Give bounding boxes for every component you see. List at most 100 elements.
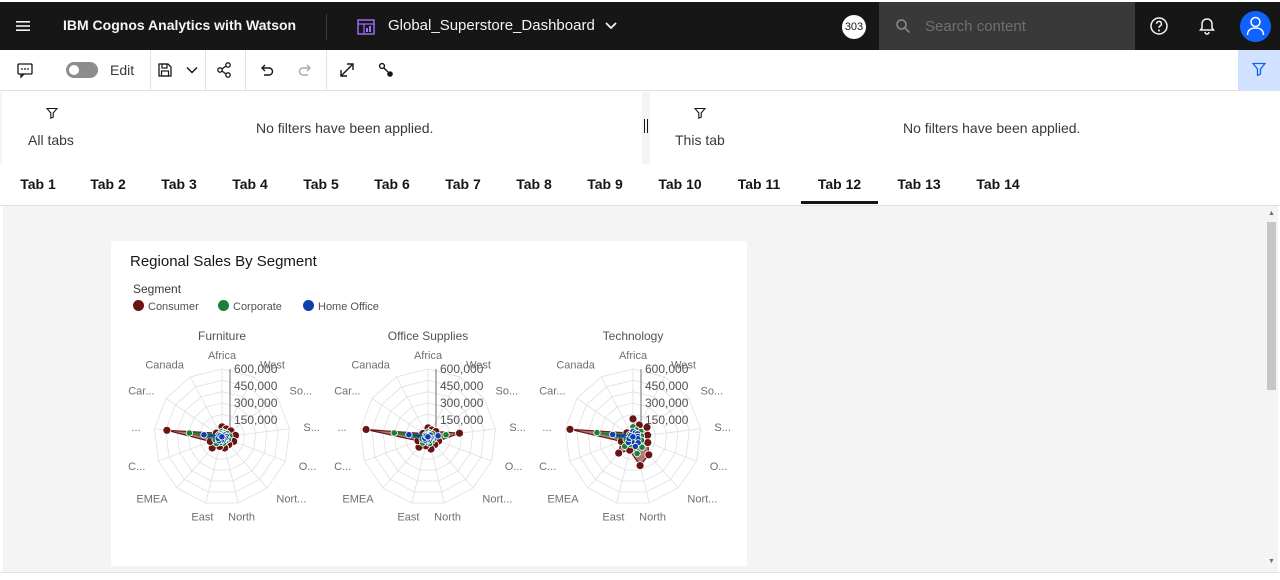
notifications-bell-icon[interactable]	[1197, 16, 1217, 36]
share-icon[interactable]	[215, 61, 233, 79]
connect-widgets-icon[interactable]	[377, 61, 395, 79]
search-box[interactable]	[879, 2, 1135, 50]
data-point	[434, 432, 442, 440]
data-point	[593, 429, 601, 437]
legend-label: Corporate	[233, 301, 282, 313]
data-point	[635, 461, 645, 471]
axis-label: Car...	[539, 385, 565, 397]
axis-label: East	[397, 512, 419, 524]
tab-1[interactable]: Tab 1	[12, 164, 64, 204]
all-tabs-filter-pane[interactable]: All tabs No filters have been applied.	[2, 92, 642, 164]
axis-label: C...	[128, 461, 145, 473]
this-tab-filter-pane[interactable]: This tab No filters have been applied.	[650, 92, 1280, 164]
axis-label: Africa	[208, 350, 237, 362]
user-avatar[interactable]	[1240, 11, 1271, 42]
this-tab-filter-message: No filters have been applied.	[903, 120, 1081, 136]
data-point	[628, 414, 638, 424]
legend-item-corporate[interactable]: Corporate	[218, 300, 282, 313]
data-point	[609, 430, 617, 439]
panel-title: Office Supplies	[388, 329, 469, 343]
radial-tick-label: 450,000	[234, 379, 278, 393]
legend-swatch	[218, 300, 229, 311]
axis-label: C...	[334, 461, 351, 473]
filter-icon	[694, 107, 706, 119]
legend-label: Home Office	[318, 301, 379, 313]
data-point	[390, 429, 398, 437]
axis-label: Africa	[414, 350, 443, 362]
tab-11[interactable]: Tab 11	[729, 164, 789, 204]
radial-tick-label: 450,000	[645, 379, 689, 393]
comment-icon[interactable]	[16, 61, 34, 79]
data-point	[185, 429, 194, 437]
dashboard-icon	[357, 19, 375, 35]
tab-7[interactable]: Tab 7	[437, 164, 489, 204]
radar-chart-technology[interactable]: Technology 150,000 300,000 450,000 600,000 Af…	[533, 327, 733, 527]
menu-icon[interactable]	[14, 17, 32, 35]
axis-label: East	[191, 512, 213, 524]
axis-label: S...	[714, 422, 731, 434]
bottom-strip	[0, 572, 1280, 580]
radar-chart-furniture[interactable]: Furniture 150,000 300,000 450,000 600,000 Afr…	[122, 327, 322, 527]
search-input[interactable]	[925, 16, 1125, 36]
dashboard-title[interactable]: Global_Superstore_Dashboard	[388, 17, 595, 34]
expand-fullscreen-icon[interactable]	[338, 61, 356, 79]
radar-chart-office-supplies[interactable]: Office Supplies 150,000 300,000 450,000 600,…	[328, 327, 528, 527]
axis-label: EMEA	[547, 493, 579, 505]
radar-svg: Furniture150,000300,000450,000600,000Afr…	[128, 329, 320, 524]
tab-2[interactable]: Tab 2	[82, 164, 134, 204]
scroll-up-arrow-icon[interactable]: ▲	[1268, 210, 1275, 217]
filter-panel-toggle[interactable]	[1238, 50, 1280, 90]
axis-label: EMEA	[136, 493, 168, 505]
all-tabs-filter-message: No filters have been applied.	[256, 120, 434, 136]
scrollbar-thumb[interactable]	[1267, 222, 1276, 390]
data-point	[633, 449, 641, 458]
search-icon	[896, 19, 911, 34]
help-icon[interactable]	[1149, 16, 1169, 36]
series-area-consumer	[365, 426, 460, 450]
axis-label: O...	[505, 461, 523, 473]
this-tab-label: This tab	[675, 132, 725, 148]
save-menu-chevron-down-icon[interactable]	[183, 61, 201, 79]
toolbar-divider	[205, 50, 206, 91]
tab-3[interactable]: Tab 3	[153, 164, 205, 204]
axis-label: So...	[290, 385, 313, 397]
tab-13[interactable]: Tab 13	[889, 164, 949, 204]
redo-icon[interactable]	[297, 61, 315, 79]
legend-item-home-office[interactable]: Home Office	[303, 300, 379, 313]
axis-label: So...	[496, 385, 519, 397]
axis-label: North	[434, 512, 461, 524]
legend-item-consumer[interactable]: Consumer	[133, 300, 199, 313]
edit-mode-label: Edit	[110, 62, 135, 78]
tab-4[interactable]: Tab 4	[224, 164, 276, 204]
data-point	[200, 431, 208, 439]
save-icon[interactable]	[156, 61, 174, 79]
tab-5[interactable]: Tab 5	[295, 164, 347, 204]
radar-svg: Office Supplies150,000300,000450,000600,…	[334, 329, 526, 524]
radial-tick-label: 300,000	[440, 396, 484, 410]
axis-label: East	[602, 512, 624, 524]
tab-12[interactable]: Tab 12	[801, 164, 878, 204]
scroll-down-arrow-icon[interactable]: ▼	[1268, 558, 1275, 565]
filter-pane-resize-handle[interactable]	[644, 119, 648, 133]
canvas-scrollbar[interactable]: ▲ ▼	[1265, 206, 1278, 572]
grid-spoke	[396, 376, 429, 438]
data-point	[424, 433, 432, 441]
axis-label: Canada	[145, 359, 184, 371]
axis-label: S...	[509, 422, 526, 434]
tab-10[interactable]: Tab 10	[650, 164, 710, 204]
data-point	[455, 428, 464, 438]
chevron-down-icon[interactable]	[603, 18, 619, 34]
legend-swatch	[303, 300, 314, 311]
filter-bar: All tabs No filters have been applied. T…	[0, 92, 1280, 164]
axis-label: Car...	[334, 385, 360, 397]
axis-label: Nort...	[276, 493, 306, 505]
tab-14[interactable]: Tab 14	[968, 164, 1028, 204]
tab-8[interactable]: Tab 8	[508, 164, 560, 204]
radial-tick-label: 150,000	[234, 413, 278, 427]
tab-9[interactable]: Tab 9	[579, 164, 631, 204]
regional-sales-widget[interactable]: Regional Sales By Segment Segment Consum…	[111, 241, 747, 566]
tab-6[interactable]: Tab 6	[366, 164, 418, 204]
axis-label: Canada	[556, 359, 595, 371]
undo-icon[interactable]	[257, 61, 275, 79]
edit-mode-toggle[interactable]	[66, 62, 98, 78]
